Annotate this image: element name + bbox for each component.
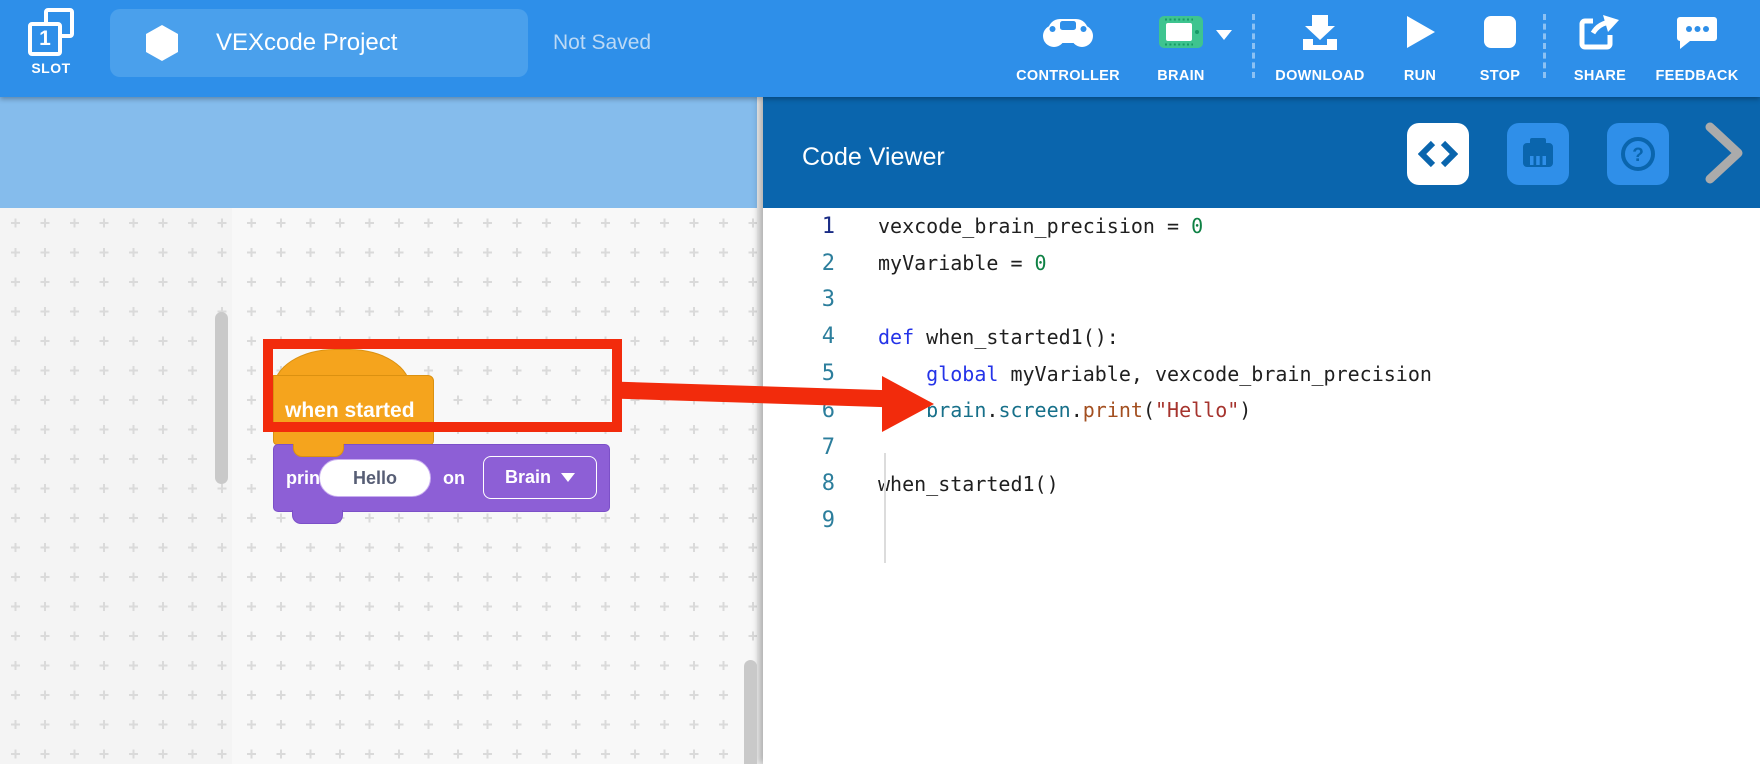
code-line: 6 brain.screen.print("Hello") [763,392,1760,429]
code-line-text: brain.screen.print("Hello") [878,398,1251,422]
topbar-action-stop[interactable]: STOP [1465,12,1535,84]
share-icon [1579,12,1621,52]
code-line-text: vexcode_brain_precision = 0 [878,214,1203,238]
topbar-action-label: RUN [1404,68,1436,84]
code-brackets-icon [1418,135,1458,173]
topbar-action-label: DOWNLOAD [1275,68,1364,84]
code-line-text: when_started1() [878,472,1059,496]
code-line-text: def when_started1(): [878,325,1119,349]
hat-block-label: when started [285,399,415,423]
print-block-bottom-tab [292,510,343,524]
line-number: 8 [763,471,835,496]
topbar-action-controller[interactable]: CONTROLLER [1003,12,1133,84]
line-number: 2 [763,251,835,276]
line-number: 1 [763,214,835,239]
slot-number: 1 [28,22,62,56]
code-line-text: myVariable = 0 [878,251,1047,275]
collapse-panel-chevron[interactable] [1700,121,1748,190]
project-title: VEXcode Project [216,29,397,57]
print-block[interactable]: print Hello on Brain [273,444,610,512]
code-lines: 1 vexcode_brain_precision = 0 2 myVariable … [763,208,1760,539]
code-editor-area[interactable]: 1 vexcode_brain_precision = 0 2 myVariable … [763,208,1760,764]
feedback-icon [1676,12,1718,52]
project-title-button[interactable]: VEXcode Project [110,9,528,77]
controller-icon [1042,12,1094,52]
toolbar-divider [1543,14,1546,78]
code-line: 2 myVariable = 0 [763,245,1760,282]
palette-scrollbar[interactable] [215,312,228,484]
code-viewer-header: Code Viewer ? [763,97,1760,208]
chevron-down-icon[interactable] [1215,28,1233,46]
code-line: 9 [763,502,1760,539]
brain-icon [1158,12,1204,52]
svg-text:?: ? [1632,145,1644,166]
canvas-scrollbar[interactable] [744,660,757,764]
chevron-down-icon [561,473,575,482]
hexagon-icon [144,24,180,62]
top-navigation-bar: 1 SLOT VEXcode Project Not Saved CONTROL… [0,0,1760,97]
print-target-dropdown[interactable]: Brain [483,456,597,499]
print-value-text: Hello [353,468,397,489]
hat-block-bottom-tab [293,444,344,457]
code-line: 7 [763,429,1760,466]
topbar-action-feedback[interactable]: FEEDBACK [1642,12,1752,84]
code-line: 1 vexcode_brain_precision = 0 [763,208,1760,245]
vexcode-app: 1 SLOT VEXcode Project Not Saved CONTROL… [0,0,1760,764]
brain-port-icon [1518,135,1558,173]
when-started-block[interactable]: when started [273,349,434,445]
chevron-right-icon [1700,121,1748,185]
code-viewer-panel: Code Viewer ? [763,97,1760,764]
topbar-action-label: FEEDBACK [1656,68,1739,84]
help-button[interactable]: ? [1607,123,1669,185]
line-number: 7 [763,435,835,460]
code-line-text: global myVariable, vexcode_brain_precisi… [878,362,1432,386]
line-number: 6 [763,398,835,423]
line-number: 4 [763,324,835,349]
code-viewer-title: Code Viewer [802,143,945,172]
code-view-toggle-button[interactable] [1407,123,1469,185]
code-line: 8 when_started1() [763,466,1760,503]
toolbox-header-band [0,97,757,208]
question-mark-icon: ? [1618,134,1658,174]
brain-view-button[interactable] [1507,123,1569,185]
topbar-action-brain[interactable]: BRAIN [1141,12,1221,84]
save-status: Not Saved [553,31,651,55]
stop-icon [1483,12,1517,52]
print-block-on-label: on [443,468,465,489]
topbar-action-label: SHARE [1574,68,1626,84]
code-line: 5 global myVariable, vexcode_brain_preci… [763,355,1760,392]
line-number: 3 [763,287,835,312]
slot-label: SLOT [20,60,82,76]
code-line: 4 def when_started1(): [763,318,1760,355]
topbar-action-label: BRAIN [1157,68,1204,84]
slot-icon: 1 [28,8,74,56]
topbar-action-run[interactable]: RUN [1390,12,1450,84]
topbar-action-label: STOP [1480,68,1520,84]
print-value-input[interactable]: Hello [319,459,431,497]
run-icon [1404,12,1436,52]
topbar-action-label: CONTROLLER [1016,68,1120,84]
topbar-action-share[interactable]: SHARE [1560,12,1640,84]
topbar-action-download[interactable]: DOWNLOAD [1265,12,1375,84]
print-target-value: Brain [505,467,551,488]
code-line: 3 [763,282,1760,319]
blocks-workspace-panel: when started print Hello on Brain [0,97,757,764]
toolbar-divider [1252,14,1255,78]
indent-guide [884,453,886,563]
line-number: 5 [763,361,835,386]
slot-button[interactable]: 1 SLOT [20,8,82,90]
line-number: 9 [763,508,835,533]
download-icon [1299,12,1341,52]
